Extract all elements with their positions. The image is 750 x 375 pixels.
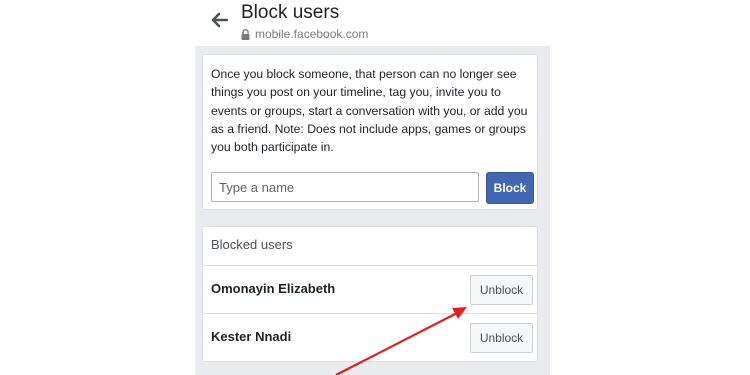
blocked-user-name: Omonayin Elizabeth: [211, 281, 336, 296]
blocked-user-row: Omonayin Elizabeth Unblock: [203, 265, 537, 313]
unblock-button[interactable]: Unblock: [470, 323, 533, 353]
url-bar: mobile.facebook.com: [241, 26, 368, 42]
back-arrow-icon: [211, 12, 228, 28]
page-title: Block users: [241, 2, 340, 23]
blocked-user-name: Kester Nnadi: [211, 329, 292, 344]
block-button[interactable]: Block: [486, 172, 534, 204]
blocked-users-heading: Blocked users: [211, 237, 293, 252]
lock-icon: [241, 28, 250, 40]
unblock-button[interactable]: Unblock: [470, 275, 533, 305]
name-input[interactable]: [211, 172, 479, 202]
mobile-screen: Block users mobile.facebook.com Once you…: [195, 0, 550, 375]
top-bar: Block users mobile.facebook.com: [195, 0, 550, 46]
block-user-card: Once you block someone, that person can …: [202, 54, 538, 210]
back-button[interactable]: [207, 8, 231, 32]
block-description: Once you block someone, that person can …: [211, 67, 528, 155]
blocked-users-card: Blocked users Omonayin Elizabeth Unblock…: [202, 226, 538, 362]
page-url: mobile.facebook.com: [255, 27, 369, 41]
page-content: Once you block someone, that person can …: [195, 46, 550, 375]
blocked-user-row: Kester Nnadi Unblock: [203, 313, 537, 361]
